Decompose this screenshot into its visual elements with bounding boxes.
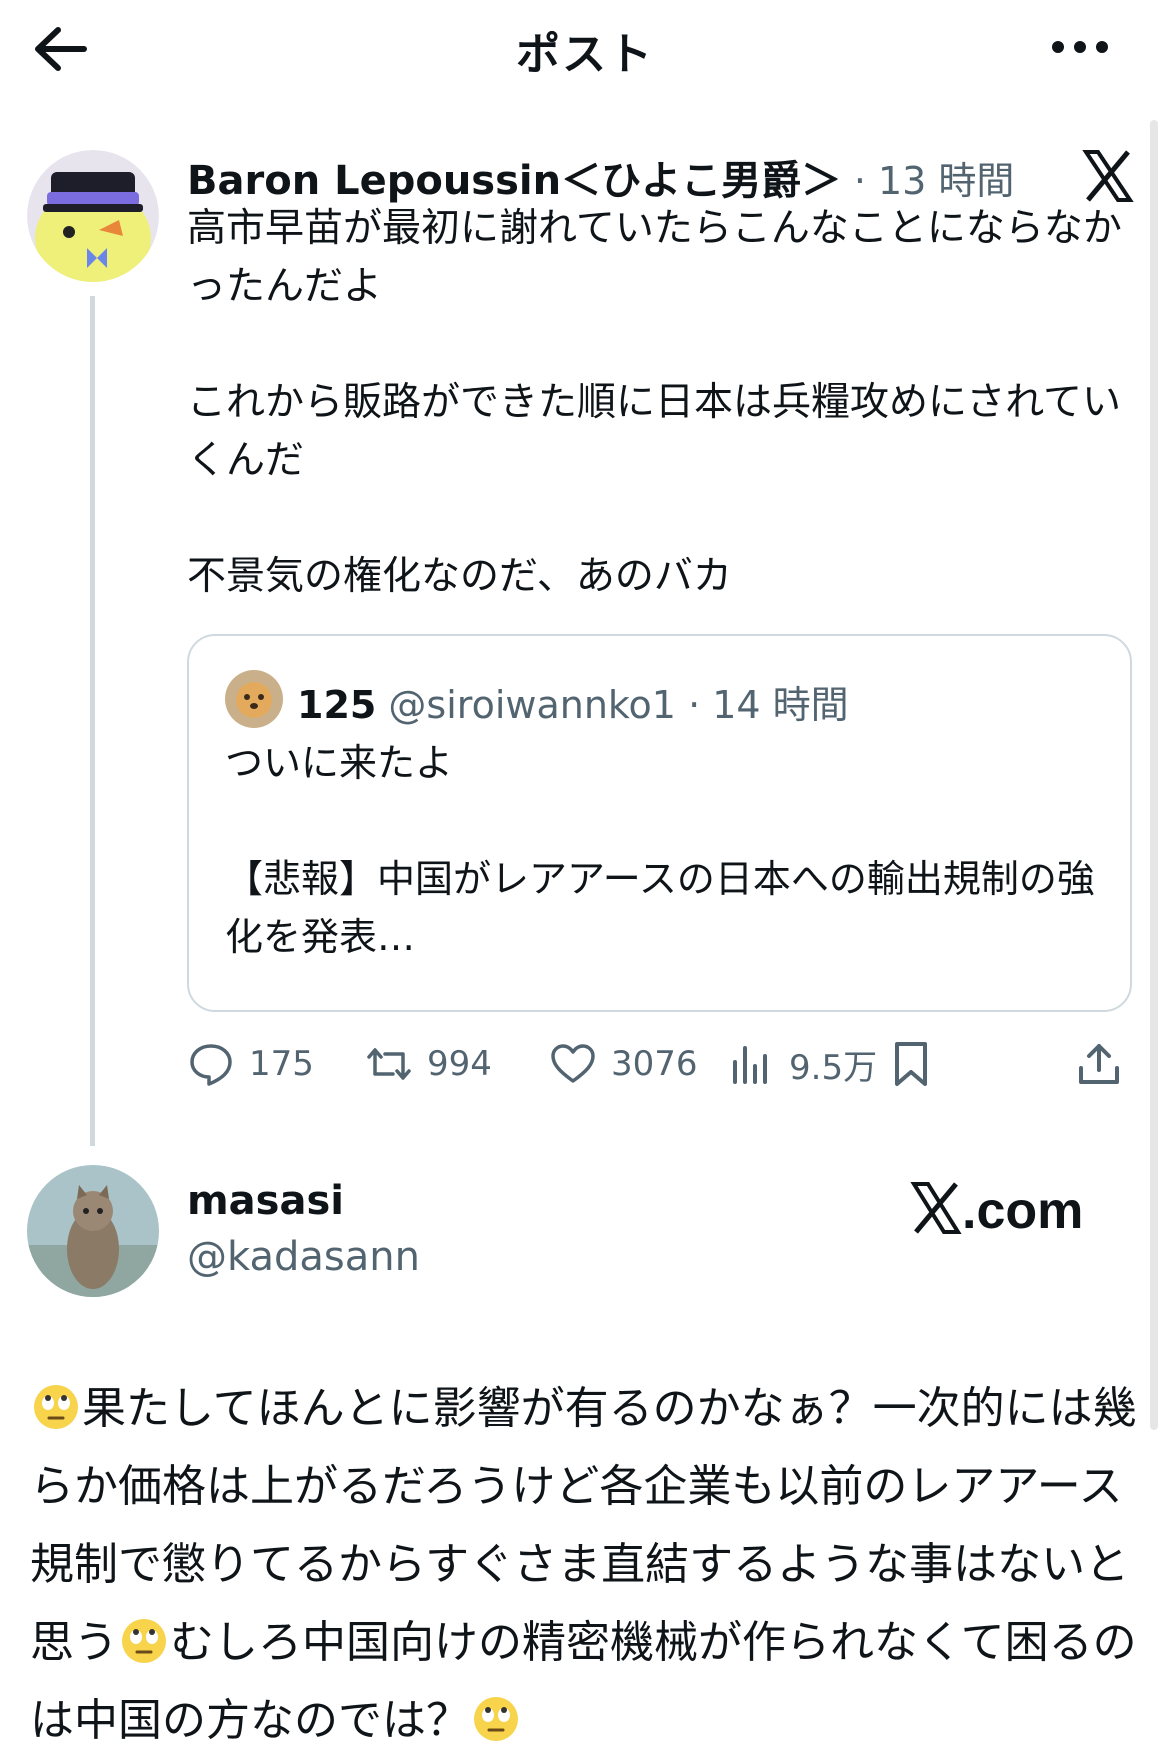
quote-avatar [225,670,283,728]
repost-button[interactable]: 994 [365,1034,492,1094]
like-button[interactable]: 3076 [549,1034,698,1094]
views-button[interactable]: 9.5万 [727,1034,877,1094]
share-icon [1079,1044,1119,1084]
quote-author-name: 125 [297,683,377,727]
eye-roll-emoji-icon [474,1697,518,1741]
reply-avatar[interactable] [27,1165,159,1297]
more-options-icon[interactable] [1040,22,1120,72]
action-bar: 175 994 3076 9.5万 [187,1034,1132,1094]
bookmark-button[interactable] [887,1034,949,1094]
dog-avatar-icon [225,670,283,728]
page-title: ポスト [516,29,654,80]
reply-button[interactable]: 175 [187,1034,314,1094]
xcom-logo: .com [910,1182,1083,1240]
top-bar: ポスト [0,0,1170,100]
quote-handle: @siroiwannko1 [388,683,676,727]
repost-count: 994 [427,1044,492,1084]
analytics-icon [733,1046,767,1084]
repost-icon [367,1048,411,1080]
reply-count: 175 [249,1044,314,1084]
quote-time: · 14 時間 [688,683,849,727]
thread-line [90,296,95,1146]
reply-author-name[interactable]: masasi [187,1178,344,1224]
post-text: 高市早苗が最初に謝れていたらこんなことにならなかったんだよ これから販路ができた… [187,206,1122,599]
xcom-wordmark: .com [962,1182,1083,1240]
avatar[interactable] [27,150,159,282]
bookmark-icon [895,1042,927,1086]
cat-avatar-icon [27,1165,159,1297]
views-count: 9.5万 [789,1047,878,1088]
reply-icon [190,1044,232,1086]
like-count: 3076 [611,1044,698,1084]
reply-handle[interactable]: @kadasann [187,1234,420,1280]
scrollbar[interactable] [1150,120,1158,1430]
author-name[interactable]: Baron Lepoussin＜ひよこ男爵＞ [187,158,841,204]
post-header: Baron Lepoussin＜ひよこ男爵＞ · 13 時間 [187,148,1014,206]
chick-avatar-icon [27,150,159,282]
share-button[interactable] [1075,1034,1137,1094]
reply-text-part-2: むしろ中国向けの精密機械が作られなくて困るのは中国の方なのでは？ [30,1617,1137,1746]
eye-roll-emoji-icon [122,1619,166,1663]
x-logo-icon [1082,150,1134,202]
heart-icon [551,1044,595,1083]
eye-roll-emoji-icon [34,1385,78,1429]
quote-author-line: 125 @siroiwannko1 · 14 時間 [297,674,849,729]
reply-text: 果たしてほんとに影響が有るのかなぁ？一次的には幾らか価格は上がるだろうけど各企業… [30,1370,1140,1760]
quote-card[interactable]: 125 @siroiwannko1 · 14 時間 ついに来たよ 【悲報】中国が… [187,634,1132,1012]
quote-text: ついに来たよ 【悲報】中国がレアアースの日本への輸出規制の強化を発表… [225,741,1095,959]
post-time[interactable]: · 13 時間 [854,159,1015,203]
